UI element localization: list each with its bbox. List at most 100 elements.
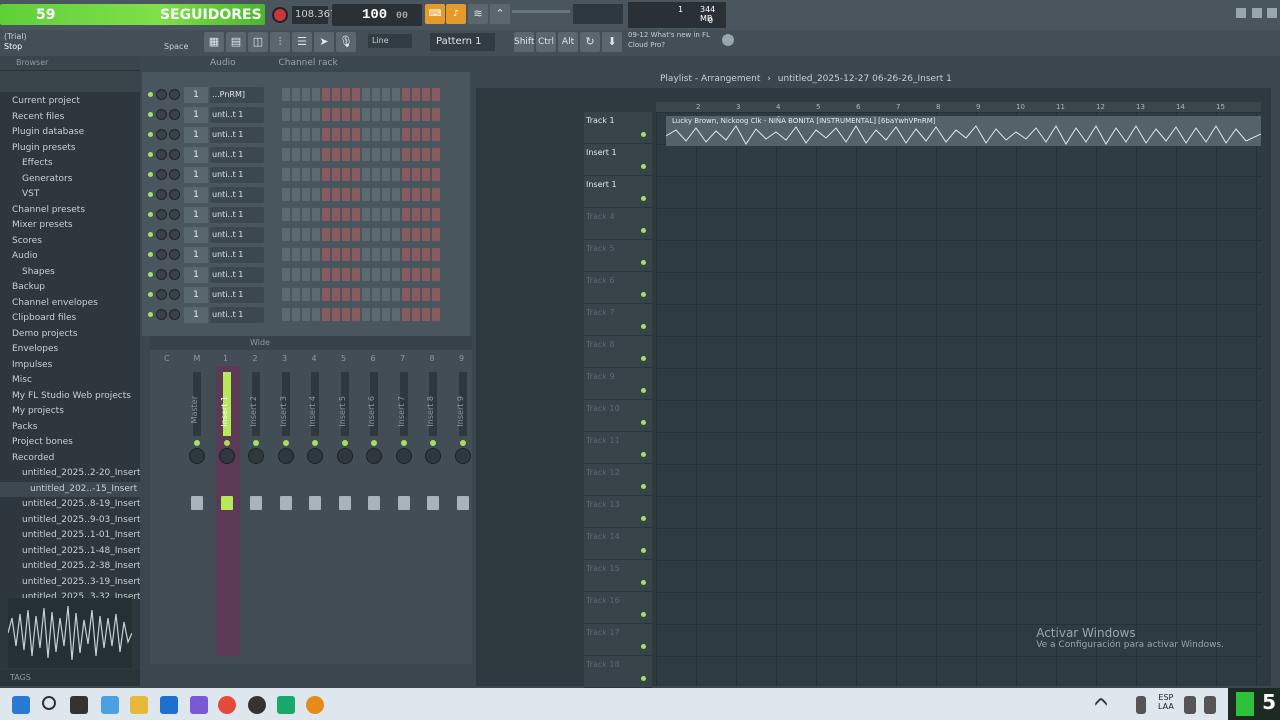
channel-name-button[interactable]: ...PnRM] [210, 87, 264, 103]
step-button[interactable] [352, 88, 360, 101]
step-button[interactable] [332, 108, 340, 121]
step-button[interactable] [432, 308, 440, 321]
strip-volume-fader[interactable] [338, 496, 351, 510]
step-button[interactable] [402, 88, 410, 101]
step-button[interactable] [332, 308, 340, 321]
step-button[interactable] [382, 308, 390, 321]
channel-mixer-track[interactable]: 1 [184, 187, 208, 203]
step-button[interactable] [342, 148, 350, 161]
step-button[interactable] [282, 108, 290, 121]
channel-row[interactable]: 1 unti..t 1 [142, 246, 470, 264]
track-header[interactable]: Track 11 [584, 432, 652, 464]
step-button[interactable] [322, 288, 330, 301]
track-header[interactable]: Track 14 [584, 528, 652, 560]
channel-volume-knob[interactable] [156, 109, 167, 120]
channel-mute-led[interactable] [148, 132, 153, 137]
step-button[interactable] [382, 248, 390, 261]
track-header[interactable]: Track 6 [584, 272, 652, 304]
tags-label[interactable]: TAGS [0, 670, 140, 686]
track-header[interactable]: Track 7 [584, 304, 652, 336]
browser-item[interactable]: Channel envelopes [0, 296, 140, 312]
channel-mixer-track[interactable]: 1 [184, 207, 208, 223]
step-button[interactable] [392, 108, 400, 121]
strip-pan-knob[interactable] [454, 448, 471, 464]
step-button[interactable] [422, 188, 430, 201]
step-sequencer[interactable] [282, 288, 440, 301]
channel-pan-knob[interactable] [169, 289, 180, 300]
strip-volume-fader[interactable] [279, 496, 292, 510]
step-button[interactable] [432, 288, 440, 301]
step-button[interactable] [382, 148, 390, 161]
step-button[interactable] [382, 168, 390, 181]
strip-enable-led[interactable] [341, 440, 348, 446]
step-button[interactable] [312, 308, 320, 321]
step-button[interactable] [382, 228, 390, 241]
track-enable-led[interactable] [641, 292, 646, 297]
metronome-icon[interactable]: ⌃ [490, 4, 510, 24]
step-button[interactable] [342, 308, 350, 321]
strip-enable-led[interactable] [194, 440, 200, 446]
channel-mixer-track[interactable]: 1 [184, 107, 208, 123]
step-button[interactable] [362, 308, 370, 321]
track-header[interactable]: Track 17 [584, 624, 652, 656]
step-edit-button[interactable]: ♪ [446, 4, 466, 24]
channel-name-button[interactable]: unti..t 1 [210, 167, 264, 183]
step-button[interactable] [292, 88, 300, 101]
strip-enable-led[interactable] [312, 440, 318, 446]
track-enable-led[interactable] [641, 324, 646, 329]
step-button[interactable] [352, 188, 360, 201]
track-header[interactable]: Track 15 [584, 560, 652, 592]
track-header[interactable]: Insert 1 [584, 176, 652, 208]
step-button[interactable] [332, 148, 340, 161]
browser-item[interactable]: Channel presets [0, 203, 140, 219]
browser-item[interactable]: Scores [0, 234, 140, 250]
step-button[interactable] [412, 268, 420, 281]
browser-item[interactable]: Envelopes [0, 342, 140, 358]
step-sequencer[interactable] [282, 308, 440, 321]
channel-mute-led[interactable] [148, 92, 153, 97]
step-button[interactable] [302, 248, 310, 261]
track-header[interactable]: Track 18 [584, 656, 652, 688]
step-button[interactable] [312, 228, 320, 241]
step-button[interactable] [422, 108, 430, 121]
step-sequencer[interactable] [282, 168, 440, 181]
step-sequencer[interactable] [282, 268, 440, 281]
channel-pan-knob[interactable] [169, 129, 180, 140]
step-button[interactable] [312, 108, 320, 121]
track-enable-led[interactable] [641, 452, 646, 457]
strip-pan-knob[interactable] [395, 448, 412, 464]
step-button[interactable] [422, 308, 430, 321]
step-button[interactable] [402, 108, 410, 121]
step-button[interactable] [312, 268, 320, 281]
channel-volume-knob[interactable] [156, 209, 167, 220]
step-button[interactable] [332, 188, 340, 201]
step-sequencer[interactable] [282, 128, 440, 141]
track-enable-led[interactable] [641, 516, 646, 521]
step-button[interactable] [432, 188, 440, 201]
step-button[interactable] [302, 188, 310, 201]
step-button[interactable] [392, 208, 400, 221]
browser-item[interactable]: Clipboard files [0, 311, 140, 327]
mixer-strip[interactable]: Master [186, 366, 210, 656]
step-button[interactable] [412, 128, 420, 141]
channel-pan-knob[interactable] [169, 309, 180, 320]
browser-item[interactable]: Audio [0, 249, 140, 265]
step-button[interactable] [412, 148, 420, 161]
strip-volume-fader[interactable] [309, 496, 321, 510]
step-button[interactable] [322, 228, 330, 241]
step-button[interactable] [332, 208, 340, 221]
channel-row[interactable]: 1 unti..t 1 [142, 226, 470, 244]
strip-volume-fader[interactable] [427, 496, 439, 510]
file-explorer-icon[interactable] [130, 696, 148, 714]
browser-item[interactable]: untitled_2025..3-19_Insert 1 [0, 575, 140, 591]
channel-mute-led[interactable] [148, 232, 153, 237]
browser-item[interactable]: untitled_202..-15_Insert 1 [0, 481, 140, 497]
channel-mute-led[interactable] [148, 312, 153, 317]
browser-item[interactable]: untitled_2025..2-38_Insert 1 [0, 559, 140, 575]
track-header[interactable]: Track 13 [584, 496, 652, 528]
wifi-icon[interactable] [1184, 696, 1196, 714]
browser-toolbar[interactable] [0, 70, 140, 92]
step-button[interactable] [332, 268, 340, 281]
browser-item[interactable]: VST [0, 187, 140, 203]
strip-volume-fader[interactable] [397, 496, 410, 510]
